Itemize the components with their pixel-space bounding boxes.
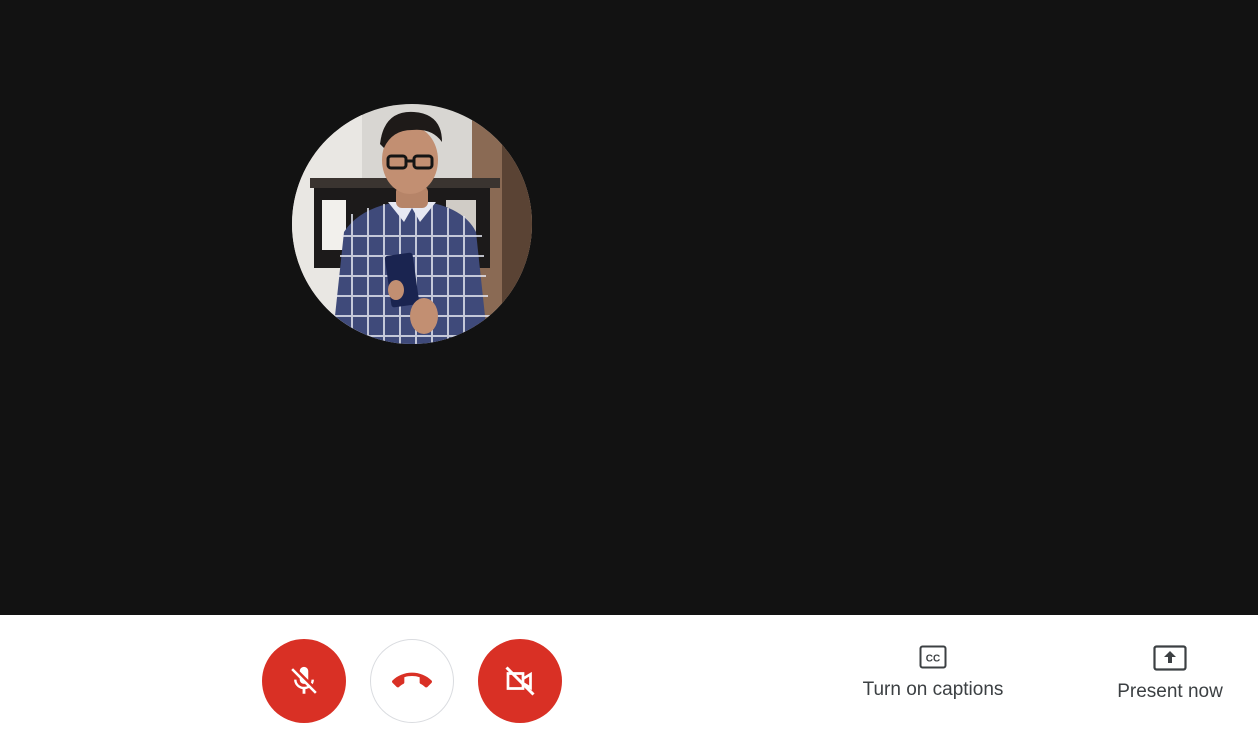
participant-avatar — [292, 104, 532, 344]
present-now-button[interactable]: Present now — [1108, 645, 1232, 703]
present-now-label: Present now — [1117, 681, 1223, 702]
call-controls-bar: CC Turn on captions Present now — [0, 615, 1258, 739]
present-to-all-icon — [1153, 645, 1187, 671]
videocam-off-icon — [505, 666, 535, 696]
camera-toggle-button[interactable] — [478, 639, 562, 723]
video-stage — [0, 0, 1258, 615]
closed-caption-icon: CC — [919, 645, 947, 669]
participant-photo — [292, 104, 532, 344]
svg-text:CC: CC — [926, 654, 940, 665]
mic-toggle-button[interactable] — [262, 639, 346, 723]
captions-button[interactable]: CC Turn on captions — [852, 645, 1014, 701]
leave-call-button[interactable] — [370, 639, 454, 723]
call-end-icon — [392, 672, 432, 688]
mic-off-icon — [291, 666, 317, 694]
captions-label: Turn on captions — [862, 679, 1004, 700]
